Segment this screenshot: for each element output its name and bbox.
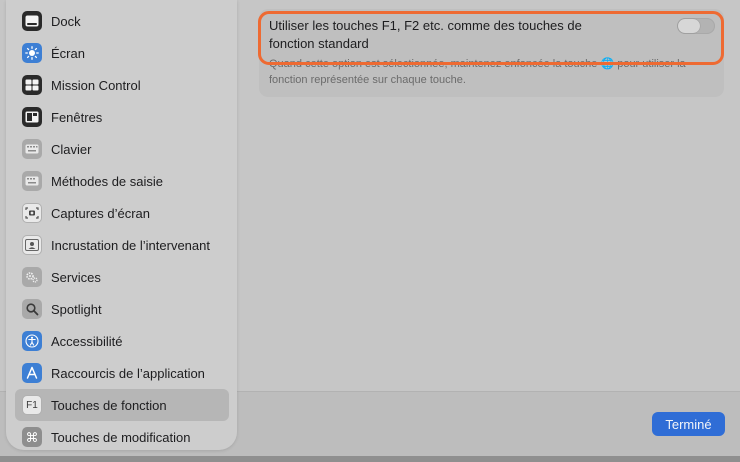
screenshot-icon bbox=[22, 203, 42, 223]
command-key-glyph: ⌘ bbox=[25, 429, 39, 445]
toggle-knob bbox=[678, 19, 700, 33]
done-button[interactable]: Terminé bbox=[652, 412, 725, 436]
sidebar-item-label: Clavier bbox=[51, 141, 92, 157]
standard-function-keys-toggle[interactable] bbox=[677, 18, 715, 34]
app-shortcuts-icon bbox=[22, 363, 42, 383]
sidebar-item-label: Accessibilité bbox=[51, 333, 123, 349]
sidebar-item-spotlight[interactable]: Spotlight bbox=[15, 293, 229, 325]
sidebar-item-windows[interactable]: Fenêtres bbox=[15, 101, 229, 133]
function-keys-option-title: Utiliser les touches F1, F2 etc. comme d… bbox=[269, 18, 582, 51]
sidebar-item-label: Méthodes de saisie bbox=[51, 173, 164, 189]
sidebar-item-services[interactable]: Services bbox=[15, 261, 229, 293]
sidebar-item-display[interactable]: Écran bbox=[15, 37, 229, 69]
sidebar-item-screenshots[interactable]: Captures d’écran bbox=[15, 197, 229, 229]
sidebar-item-label: Fenêtres bbox=[51, 109, 103, 125]
sidebar-item-input-methods[interactable]: Méthodes de saisie bbox=[15, 165, 229, 197]
display-brightness-icon bbox=[22, 43, 42, 63]
sidebar-item-presenter-overlay[interactable]: Incrustation de l’intervenant bbox=[15, 229, 229, 261]
sidebar-item-function-keys[interactable]: F1 Touches de fonction bbox=[15, 389, 229, 421]
sidebar-item-label: Spotlight bbox=[51, 301, 102, 317]
sidebar-item-label: Services bbox=[51, 269, 101, 285]
sidebar-item-mission-control[interactable]: Mission Control bbox=[15, 69, 229, 101]
sidebar-item-accessibility[interactable]: Accessibilité bbox=[15, 325, 229, 357]
accessibility-icon bbox=[22, 331, 42, 351]
function-keys-option-description: Quand cette option est sélectionnée, mai… bbox=[269, 58, 686, 86]
mission-control-icon bbox=[22, 75, 42, 95]
sidebar-item-keyboard[interactable]: Clavier bbox=[15, 133, 229, 165]
input-methods-icon bbox=[22, 171, 42, 191]
sidebar-item-label: Incrustation de l’intervenant bbox=[51, 237, 210, 253]
keyboard-icon bbox=[22, 139, 42, 159]
spotlight-magnifier-icon bbox=[22, 299, 42, 319]
dock-icon bbox=[22, 11, 42, 31]
services-gear-icon bbox=[22, 267, 42, 287]
modifier-keys-icon: ⌘ bbox=[22, 427, 42, 447]
sidebar-item-label: Raccourcis de l’application bbox=[51, 365, 205, 381]
sidebar-item-label: Touches de fonction bbox=[51, 397, 167, 413]
sidebar-item-label: Captures d’écran bbox=[51, 205, 150, 221]
presenter-overlay-icon bbox=[22, 235, 42, 255]
sidebar-item-label: Touches de modification bbox=[51, 429, 191, 445]
window-bottom-edge bbox=[0, 456, 740, 462]
sidebar-item-dock[interactable]: Dock bbox=[15, 5, 229, 37]
sidebar-item-modifier-keys[interactable]: ⌘ Touches de modification bbox=[15, 421, 229, 453]
sidebar-item-label: Mission Control bbox=[51, 77, 141, 93]
sidebar-item-label: Écran bbox=[51, 45, 85, 61]
sidebar-item-label: Dock bbox=[51, 13, 81, 29]
function-keys-icon-text: F1 bbox=[26, 399, 38, 411]
sidebar-item-app-shortcuts[interactable]: Raccourcis de l’application bbox=[15, 357, 229, 389]
shortcuts-sidebar: Dock Écran Mission Control Fenêtres Clav… bbox=[6, 0, 237, 450]
function-keys-icon: F1 bbox=[22, 395, 42, 415]
windows-icon bbox=[22, 107, 42, 127]
